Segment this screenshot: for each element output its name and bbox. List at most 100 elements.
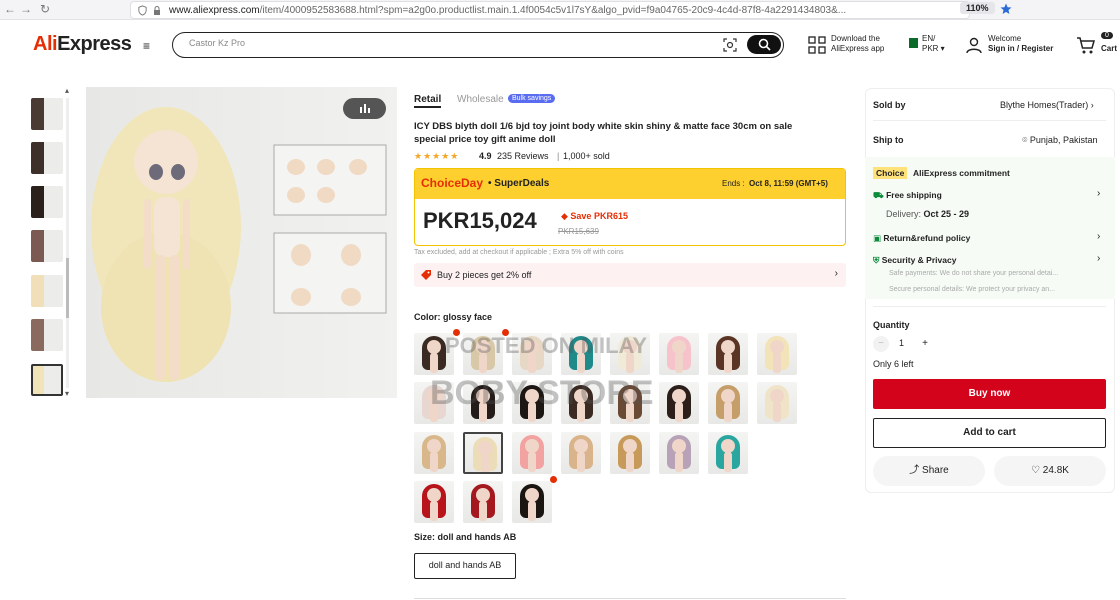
thumbnail-image[interactable]: [31, 142, 63, 174]
thumbnail-image[interactable]: [31, 98, 63, 130]
star-bookmark-icon[interactable]: [1000, 3, 1012, 15]
aliexpress-logo[interactable]: AliExpress: [33, 33, 132, 56]
location-pin-icon: ⌾: [1022, 135, 1028, 145]
image-viewer-button[interactable]: [343, 98, 386, 119]
back-icon[interactable]: ←: [4, 2, 16, 16]
color-swatch[interactable]: [659, 432, 699, 474]
quantity-value[interactable]: 1: [899, 338, 904, 348]
free-shipping-row[interactable]: ⛟ Free shipping: [873, 190, 942, 202]
ends-value: Oct 8, 11:59 (GMT+5): [749, 179, 828, 188]
quantity-plus-button[interactable]: +: [917, 336, 933, 352]
swatch-face: [427, 389, 441, 403]
color-swatch[interactable]: [414, 333, 454, 375]
camera-search-icon[interactable]: [723, 38, 737, 52]
add-to-cart-button[interactable]: Add to cart: [873, 418, 1106, 448]
color-swatch[interactable]: [561, 333, 601, 375]
heart-icon: ♡: [1031, 465, 1041, 476]
color-swatch[interactable]: [708, 333, 748, 375]
reload-icon[interactable]: ↻: [40, 2, 50, 16]
swatch-face: [525, 340, 539, 354]
color-swatch[interactable]: [561, 382, 601, 424]
color-swatch[interactable]: [512, 382, 552, 424]
color-swatch[interactable]: [610, 382, 650, 424]
security-row[interactable]: ⛨ Security & Privacy: [873, 255, 956, 266]
swatch-body: [675, 353, 683, 373]
swatch-face: [623, 439, 637, 453]
bulk-savings-badge: Bulk savings: [508, 94, 556, 103]
swatch-body: [724, 353, 732, 373]
swatch-face: [672, 340, 686, 354]
forward-icon[interactable]: →: [20, 2, 32, 16]
color-swatch[interactable]: [659, 382, 699, 424]
tab-retail[interactable]: Retail: [414, 94, 442, 108]
color-swatch[interactable]: [463, 432, 503, 474]
thumbnail-image[interactable]: [31, 186, 63, 218]
address-bar[interactable]: www.aliexpress.com/item/4000952583688.ht…: [130, 1, 970, 19]
buy-now-button[interactable]: Buy now: [873, 379, 1106, 409]
menu-icon[interactable]: ≡: [143, 39, 150, 53]
swatch-face: [770, 389, 784, 403]
swatch-face: [427, 488, 441, 502]
swatch-face: [476, 488, 490, 502]
search-input[interactable]: [189, 38, 669, 48]
sign-in-link[interactable]: Welcome Sign in / Register: [988, 34, 1053, 54]
ship-to-location[interactable]: ⌾ Punjab, Pakistan: [1022, 135, 1097, 146]
thumb-scroll-up-icon[interactable]: ▴: [65, 86, 69, 95]
choice-tag: Choice: [873, 167, 908, 179]
shield-icon: ⛨: [873, 255, 880, 265]
color-swatch[interactable]: [610, 432, 650, 474]
color-swatch[interactable]: [414, 382, 454, 424]
color-swatch[interactable]: [708, 432, 748, 474]
thumbnail-image[interactable]: [31, 364, 63, 396]
tab-wholesale[interactable]: Wholesale: [457, 94, 504, 105]
language-currency-selector[interactable]: EN/PKR ▾: [922, 34, 945, 54]
color-swatch[interactable]: [414, 432, 454, 474]
color-swatch[interactable]: [610, 333, 650, 375]
swatch-body: [626, 402, 634, 422]
wishlist-button[interactable]: ♡ 24.8K: [994, 456, 1106, 486]
swatch-face: [478, 441, 492, 455]
color-swatch[interactable]: [414, 481, 454, 523]
color-swatch[interactable]: [463, 481, 503, 523]
cart-icon[interactable]: [1076, 35, 1096, 55]
color-swatch[interactable]: [463, 333, 503, 375]
cart-count-badge: 0: [1101, 32, 1113, 39]
chevron-right-icon[interactable]: ›: [1097, 231, 1100, 242]
color-swatch[interactable]: [561, 432, 601, 474]
main-product-image[interactable]: [86, 87, 397, 398]
thumb-scrollbar[interactable]: [66, 98, 69, 388]
save-amount: ◆ Save PKR615: [561, 211, 628, 221]
download-app-link[interactable]: Download the AliExpress app: [831, 34, 884, 54]
color-swatch[interactable]: [512, 432, 552, 474]
size-option[interactable]: doll and hands AB: [414, 553, 516, 579]
lock-icon: [154, 6, 160, 15]
color-swatch[interactable]: [512, 333, 552, 375]
swatch-face: [574, 389, 588, 403]
qr-app-icon[interactable]: [808, 36, 826, 54]
swatch-face: [721, 340, 735, 354]
color-swatch[interactable]: [757, 333, 797, 375]
color-swatch[interactable]: [659, 333, 699, 375]
thumbnail-image[interactable]: [31, 319, 63, 351]
refund-row[interactable]: ▣ Return&refund policy: [873, 233, 970, 244]
cart-label[interactable]: Cart: [1101, 44, 1117, 53]
thumb-scroll-down-icon[interactable]: ▾: [65, 389, 69, 398]
color-swatch[interactable]: [512, 481, 552, 523]
thumbnail-image[interactable]: [31, 275, 63, 307]
search-button[interactable]: [747, 35, 781, 54]
zoom-level[interactable]: 110%: [960, 2, 995, 14]
quantity-minus-button[interactable]: −: [873, 336, 889, 352]
color-swatch[interactable]: [708, 382, 748, 424]
user-icon[interactable]: [965, 36, 983, 54]
chevron-right-icon[interactable]: ›: [1097, 188, 1100, 199]
thumbnail-image[interactable]: [31, 230, 63, 262]
share-button[interactable]: ⤴ Share: [873, 456, 985, 486]
reviews-link[interactable]: 235 Reviews: [497, 151, 549, 161]
rating-value: 4.9: [479, 151, 492, 161]
seller-link[interactable]: Blythe Homes(Trader) ›: [1000, 100, 1094, 110]
color-swatch[interactable]: [463, 382, 503, 424]
buy2-promo[interactable]: Buy 2 pieces get 2% off ›: [414, 263, 846, 287]
color-swatch[interactable]: [757, 382, 797, 424]
swatch-face: [623, 340, 637, 354]
chevron-right-icon[interactable]: ›: [1097, 253, 1100, 264]
